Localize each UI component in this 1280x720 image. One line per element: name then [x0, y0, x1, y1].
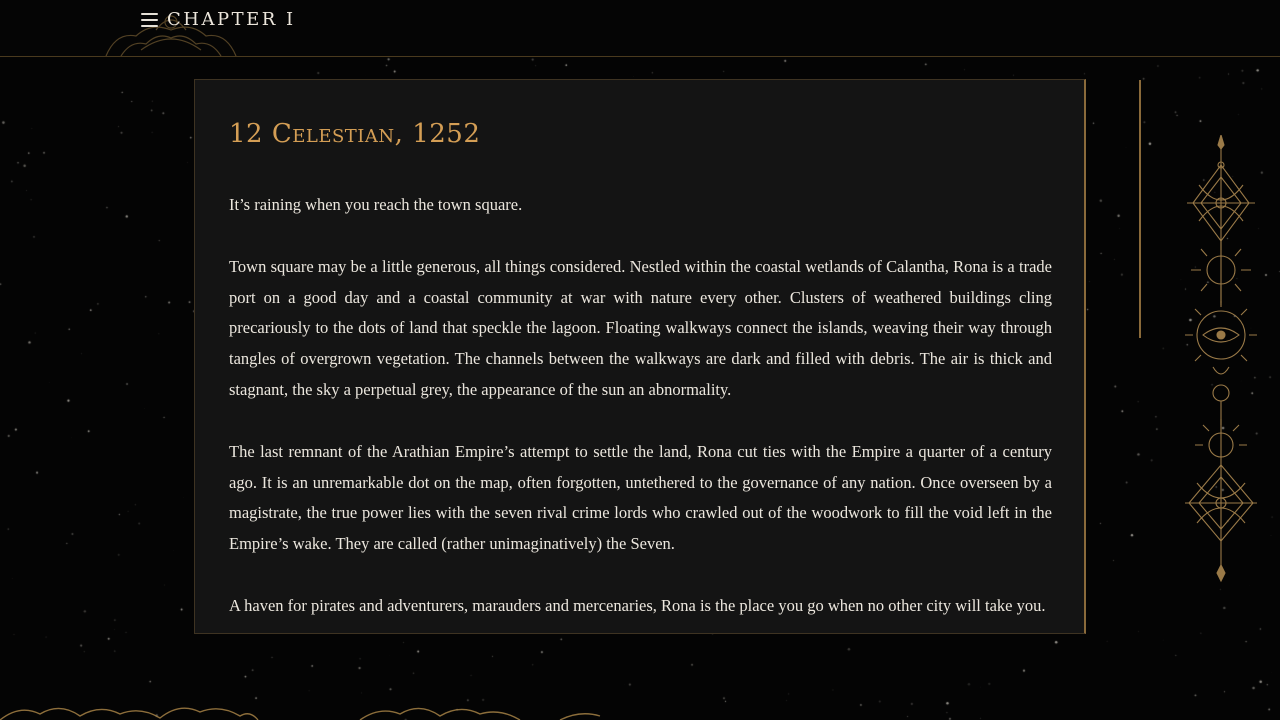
story-paragraph: A haven for pirates and adventurers, mar…: [229, 595, 1046, 615]
entry-date-heading: 12 Celestian, 1252: [229, 119, 481, 149]
story-paragraph: Town square may be a little generous, al…: [229, 256, 1052, 399]
journal-panel[interactable]: 12 Celestian, 1252 It’s raining when you…: [194, 79, 1086, 634]
chapter-title: CHAPTER I: [167, 9, 296, 30]
hamburger-menu-icon: [141, 13, 158, 27]
story-paragraph: The last remnant of the Arathian Empire’…: [229, 441, 1052, 554]
bottom-ornament-band: [0, 707, 601, 720]
top-bar: CHAPTER I: [0, 0, 1280, 57]
scroll-progress-line[interactable]: [1139, 80, 1141, 338]
chapter-menu-button[interactable]: CHAPTER I: [141, 8, 296, 32]
celestial-ornament-icon: [1185, 135, 1257, 583]
journal-content: 12 Celestian, 1252 It’s raining when you…: [229, 116, 1052, 633]
story-paragraph: It’s raining when you reach the town squ…: [229, 195, 523, 214]
